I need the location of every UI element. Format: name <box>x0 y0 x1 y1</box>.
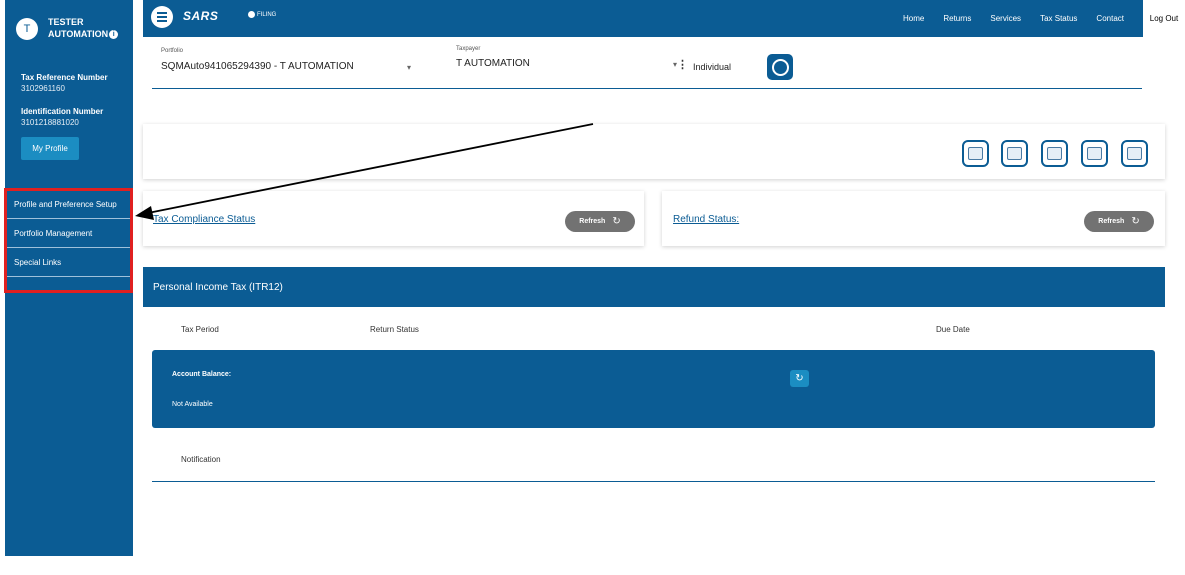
col-return-status: Return Status <box>370 325 419 334</box>
refresh-icon: ↻ <box>612 216 621 227</box>
brand-sub: FILING <box>248 11 276 18</box>
user-profile: T TESTER AUTOMATION i <box>15 14 135 44</box>
document-icon[interactable] <box>1121 140 1148 167</box>
tax-compliance-link[interactable]: Tax Compliance Status <box>153 214 255 225</box>
compliance-refresh-button[interactable]: Refresh ↻ <box>565 211 635 232</box>
my-profile-button[interactable]: My Profile <box>21 137 79 160</box>
brand-sub-text: FILING <box>257 12 277 19</box>
refresh-icon: ↻ <box>1131 216 1140 227</box>
print-icon[interactable] <box>1081 140 1108 167</box>
tax-ref-value: 3102961160 <box>21 84 65 93</box>
refresh-label: Refresh <box>579 218 606 225</box>
itr12-header[interactable]: Personal Income Tax (ITR12) <box>143 267 1165 307</box>
taxpayer-type: Individual <box>693 62 732 72</box>
taxpayer-label: Taxpayer <box>456 46 481 52</box>
upload-icon[interactable] <box>1041 140 1068 167</box>
top-navigation-bar: SARS FILING Home Returns Services Tax St… <box>143 0 1185 37</box>
notification-label: Notification <box>181 455 221 464</box>
portfolio-underline <box>152 88 1142 89</box>
logout-button[interactable]: Log Out <box>1143 0 1185 37</box>
nav-contact[interactable]: Contact <box>1096 14 1124 23</box>
nav-tax-status[interactable]: Tax Status <box>1040 14 1077 23</box>
account-balance-label: Account Balance: <box>172 371 232 378</box>
portfolio-label: Portfolio <box>161 48 184 54</box>
efiling-dot-icon <box>248 11 255 18</box>
notification-divider <box>152 481 1155 482</box>
sars-efiling-dashboard: T TESTER AUTOMATION i Tax Reference Numbe… <box>0 0 1185 575</box>
portfolio-select[interactable]: SQMAuto941065294390 - T AUTOMATION <box>161 61 354 72</box>
calculator-icon[interactable] <box>962 140 989 167</box>
account-balance-panel: Account Balance: Not Available ↻ <box>152 350 1155 428</box>
more-options-icon[interactable]: ⋮ <box>677 58 688 71</box>
id-number-value: 3101218881020 <box>21 118 79 127</box>
menu-highlight-box <box>4 188 133 293</box>
nav-home[interactable]: Home <box>903 14 924 23</box>
nav-services[interactable]: Services <box>990 14 1021 23</box>
tax-ref-label: Tax Reference Number <box>21 73 108 82</box>
avatar[interactable]: T <box>16 18 38 40</box>
account-balance-value: Not Available <box>172 401 213 408</box>
user-name-line2: AUTOMATION <box>48 29 109 39</box>
brand-logo[interactable]: SARS <box>183 9 218 23</box>
refund-refresh-button[interactable]: Refresh ↻ <box>1084 211 1154 232</box>
top-nav: Home Returns Services Tax Status Contact… <box>903 0 1185 37</box>
taxpayer-select[interactable]: T AUTOMATION <box>456 58 530 69</box>
col-due-date: Due Date <box>936 325 970 334</box>
nav-returns[interactable]: Returns <box>943 14 971 23</box>
portfolio-chevron-down-icon[interactable]: ▾ <box>407 63 411 72</box>
user-name-line1: TESTER <box>48 17 84 27</box>
col-tax-period: Tax Period <box>181 325 219 334</box>
info-icon[interactable]: i <box>109 30 119 40</box>
device-icon[interactable] <box>1001 140 1028 167</box>
menu-icon[interactable] <box>151 6 173 28</box>
refund-status-link[interactable]: Refund Status: <box>673 214 739 225</box>
balance-refresh-icon[interactable]: ↻ <box>790 370 809 387</box>
id-number-label: Identification Number <box>21 107 104 116</box>
refresh-label: Refresh <box>1098 218 1125 225</box>
user-name: TESTER AUTOMATION i <box>48 16 119 40</box>
taxpayer-badge-icon[interactable] <box>767 54 793 80</box>
